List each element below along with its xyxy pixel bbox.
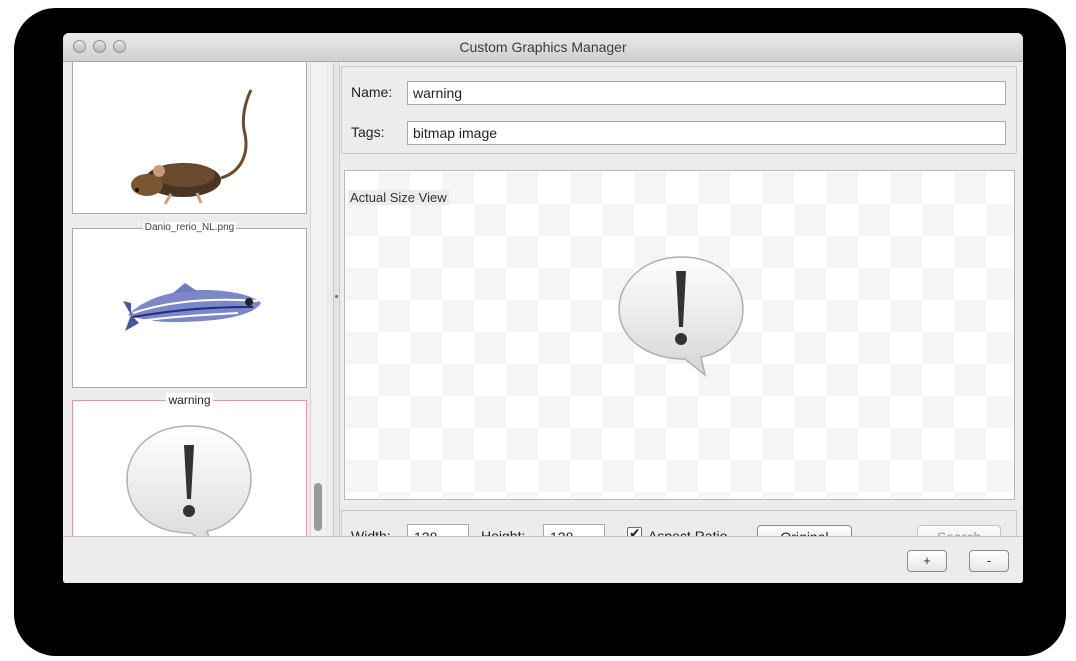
title-bar: Custom Graphics Manager (63, 33, 1023, 62)
thumbnail-label: warning (166, 393, 213, 407)
window-title: Custom Graphics Manager (459, 39, 627, 55)
name-label: Name: (351, 84, 393, 100)
add-graphic-button[interactable]: + (907, 550, 947, 572)
actual-size-view (344, 170, 1015, 500)
graphic-details-panel: Name: Tags: Actual Size View Width (341, 63, 1023, 562)
thumbnail-item[interactable]: Danio_rerio_NL.png (72, 222, 307, 388)
split-grip-icon (335, 295, 338, 298)
mouse-icon (131, 89, 253, 205)
thumbnail-item[interactable] (72, 61, 307, 214)
remove-graphic-button[interactable]: - (969, 550, 1009, 572)
thumbnail-scrollbar[interactable] (310, 63, 326, 536)
thumbnail-scrollbar-thumb[interactable] (314, 483, 322, 531)
footer-bar: + - (63, 536, 1023, 583)
warning-preview-icon (618, 256, 744, 377)
split-pane-divider[interactable] (333, 63, 340, 536)
zebrafish-icon (123, 283, 261, 331)
name-field[interactable] (407, 81, 1006, 105)
thumbnail-label: Danio_rerio_NL.png (142, 222, 237, 233)
graphic-properties: Name: Tags: (341, 66, 1017, 154)
tags-field[interactable] (407, 121, 1006, 145)
actual-size-view-title: Actual Size View (348, 190, 449, 205)
tags-label: Tags: (351, 124, 385, 140)
custom-graphics-manager-window: Custom Graphics Manager Danio_rerio_NL.p… (63, 33, 1023, 583)
thumbnail-list[interactable]: Danio_rerio_NL.png warning (63, 61, 333, 562)
